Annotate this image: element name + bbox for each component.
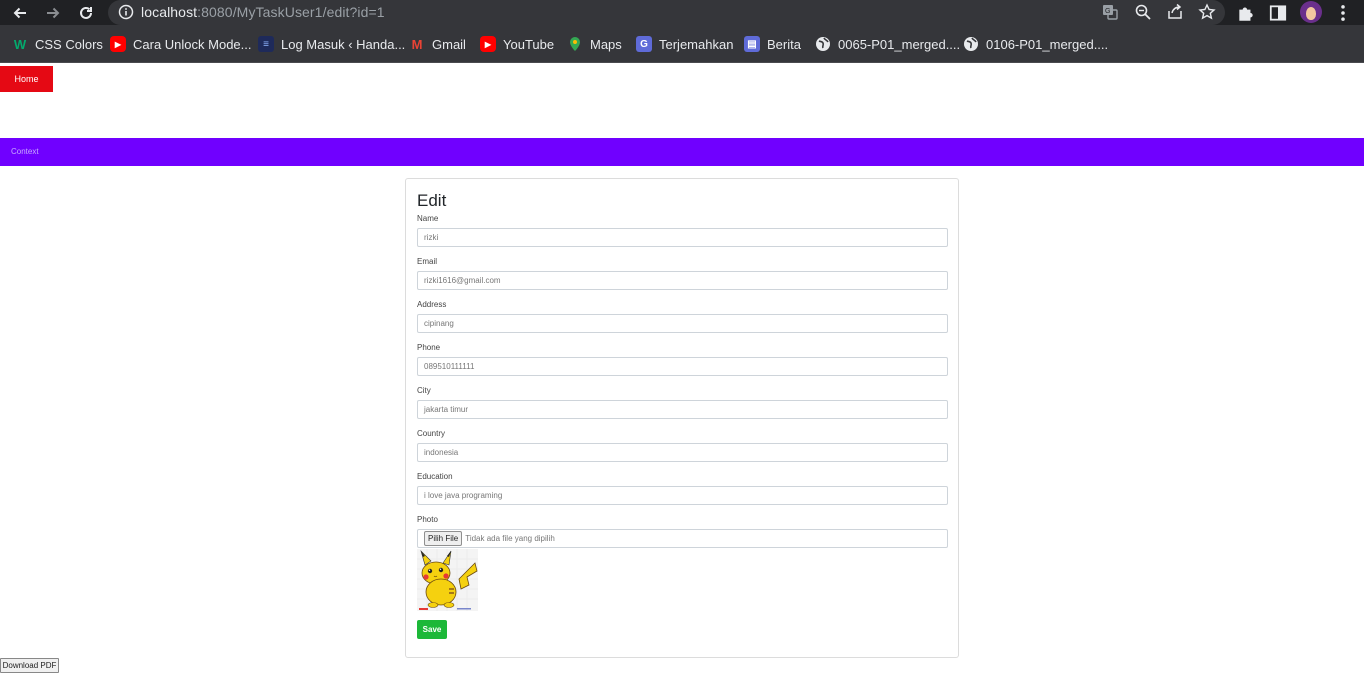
bookmark-label: CSS Colors	[35, 36, 103, 52]
profile-avatar[interactable]	[1300, 1, 1322, 23]
url-host: localhost	[141, 4, 198, 20]
education-label: Education	[417, 472, 453, 481]
url-text[interactable]: localhost:8080/MyTaskUser1/edit?id=1	[141, 4, 385, 20]
bookmark-cara-unlock[interactable]: ▶ Cara Unlock Mode...	[110, 35, 252, 53]
bookmark-label: Cara Unlock Mode...	[133, 36, 252, 52]
bookmark-label: Gmail	[432, 36, 466, 52]
save-button[interactable]: Save	[417, 620, 447, 639]
user-photo	[417, 549, 478, 611]
bookmark-star-icon[interactable]	[1198, 3, 1216, 21]
address-bar[interactable]: localhost:8080/MyTaskUser1/edit?id=1 G	[108, 0, 1225, 25]
w3schools-icon: W	[13, 36, 27, 52]
bookmark-label: Maps	[590, 36, 622, 52]
photo-file-input[interactable]: Pilih File Tidak ada file yang dipilih	[417, 529, 948, 548]
zoom-icon[interactable]	[1134, 3, 1152, 21]
back-icon[interactable]	[9, 2, 31, 24]
home-nav-button[interactable]: Home	[0, 66, 53, 92]
site-icon: ≡	[258, 36, 274, 52]
email-label: Email	[417, 257, 438, 266]
maps-icon	[567, 36, 583, 52]
context-link[interactable]: Context	[11, 147, 39, 156]
globe-icon	[815, 36, 831, 52]
photo-label: Photo	[417, 515, 438, 524]
city-label: City	[417, 386, 431, 395]
phone-label: Phone	[417, 343, 441, 352]
context-bar: Context	[0, 138, 1364, 166]
browser-toolbar: localhost:8080/MyTaskUser1/edit?id=1 G	[0, 0, 1364, 25]
translate-icon: G	[636, 36, 652, 52]
bookmark-0065[interactable]: 0065-P01_merged....	[815, 35, 960, 53]
site-info-icon[interactable]	[118, 4, 134, 20]
file-status-text: Tidak ada file yang dipilih	[465, 534, 555, 543]
education-input[interactable]: i love java programing	[417, 486, 948, 505]
bookmark-berita[interactable]: ▤ Berita	[744, 35, 801, 53]
url-path: :8080/MyTaskUser1/edit?id=1	[197, 4, 385, 20]
bookmark-label: Log Masuk ‹ Handa...	[281, 36, 406, 52]
bookmark-youtube[interactable]: ▶ YouTube	[480, 35, 554, 53]
news-icon: ▤	[744, 36, 760, 52]
page-content: Home Context Edit Name rizki Email rizki…	[0, 63, 1364, 676]
translate-icon[interactable]: G	[1101, 3, 1119, 21]
bookmark-label: 0106-P01_merged....	[986, 36, 1109, 52]
name-label: Name	[417, 214, 439, 223]
bookmark-label: 0065-P01_merged....	[838, 36, 961, 52]
gmail-icon: M	[411, 36, 423, 52]
edit-form-card: Edit Name rizki Email rizki1616@gmail.co…	[405, 178, 959, 658]
bookmark-log-masuk[interactable]: ≡ Log Masuk ‹ Handa...	[258, 35, 405, 53]
youtube-icon: ▶	[110, 36, 126, 52]
bookmark-terjemahkan[interactable]: G Terjemahkan	[636, 35, 733, 53]
city-input[interactable]: jakarta timur	[417, 400, 948, 419]
youtube-icon: ▶	[480, 36, 496, 52]
reload-icon[interactable]	[75, 2, 97, 24]
share-icon[interactable]	[1166, 3, 1184, 21]
bookmark-css-colors[interactable]: W CSS Colors	[12, 35, 103, 53]
bookmark-label: Terjemahkan	[659, 36, 734, 52]
country-label: Country	[417, 429, 446, 438]
name-input[interactable]: rizki	[417, 228, 948, 247]
extensions-icon[interactable]	[1236, 3, 1256, 23]
bookmark-0106[interactable]: 0106-P01_merged....	[963, 35, 1108, 53]
globe-icon	[963, 36, 979, 52]
choose-file-button[interactable]: Pilih File	[424, 531, 463, 546]
forward-icon[interactable]	[42, 2, 64, 24]
download-pdf-button[interactable]: Download PDF	[0, 658, 59, 673]
form-title: Edit	[417, 191, 447, 210]
bookmarks-bar: W CSS Colors ▶ Cara Unlock Mode... ≡ Log…	[0, 25, 1364, 63]
address-label: Address	[417, 300, 447, 309]
svg-text:G: G	[1105, 8, 1110, 15]
side-panel-icon[interactable]	[1268, 3, 1288, 23]
menu-dots-icon[interactable]	[1333, 3, 1353, 23]
email-input[interactable]: rizki1616@gmail.com	[417, 271, 948, 290]
phone-input[interactable]: 089510111111	[417, 357, 948, 376]
bookmark-label: YouTube	[503, 36, 555, 52]
bookmark-gmail[interactable]: M Gmail	[409, 35, 466, 53]
country-input[interactable]: indonesia	[417, 443, 948, 462]
bookmark-label: Berita	[767, 36, 801, 52]
address-input[interactable]: cipinang	[417, 314, 948, 333]
bookmark-maps[interactable]: Maps	[567, 35, 622, 53]
